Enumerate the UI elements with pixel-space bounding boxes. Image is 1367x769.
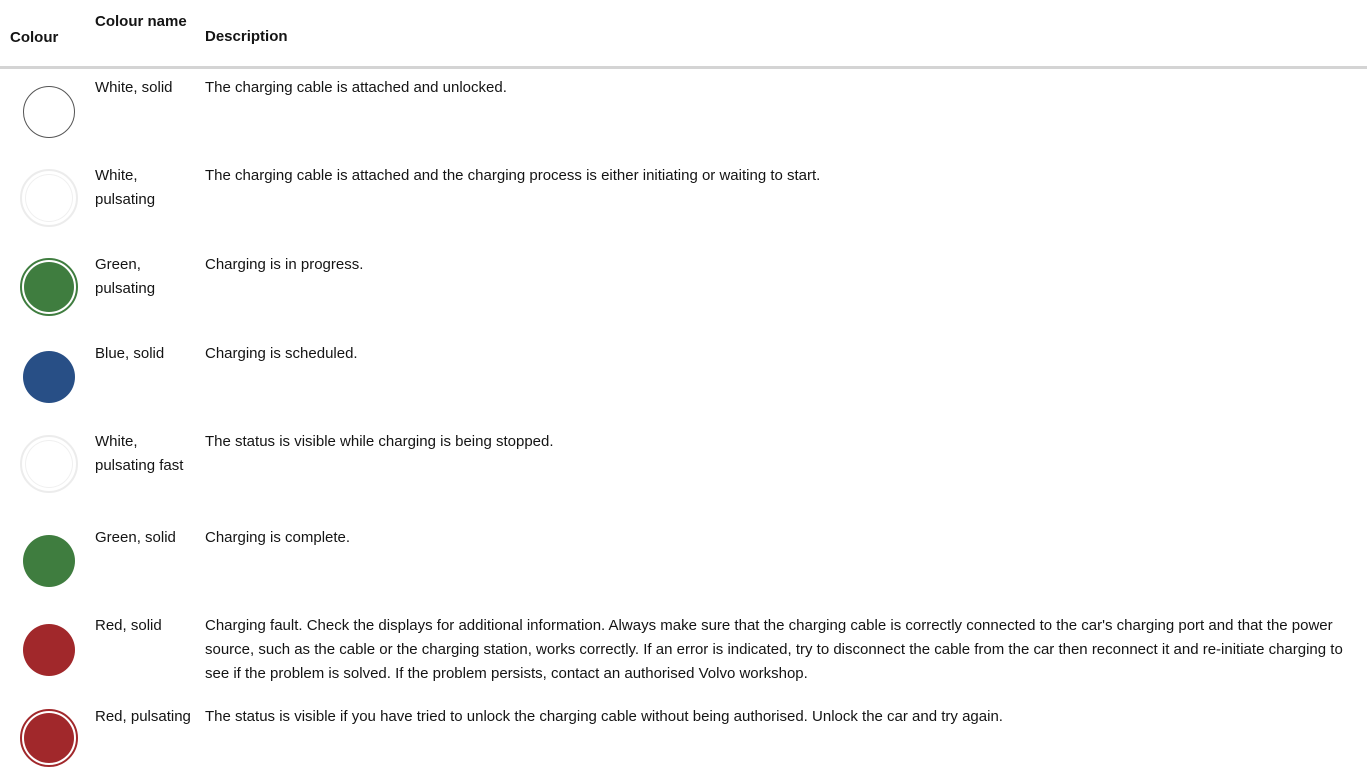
red-solid-circle-icon bbox=[23, 624, 75, 676]
colour-name: White, pulsating fast bbox=[95, 433, 184, 474]
table-row: White, solid The charging cable is attac… bbox=[0, 76, 1367, 166]
colour-name: Green, pulsating bbox=[95, 256, 156, 297]
table-row: Red, solid Charging fault. Check the dis… bbox=[0, 614, 1367, 692]
description: The status is visible while charging is … bbox=[205, 433, 554, 450]
table-row: Green, pulsating Charging is in progress… bbox=[0, 253, 1367, 341]
blue-solid-circle-icon bbox=[23, 351, 75, 403]
colour-name: White, pulsating bbox=[95, 167, 156, 208]
table-row: Green, solid Charging is complete. bbox=[0, 526, 1367, 612]
header-colour: Colour bbox=[10, 29, 59, 46]
table-row: Red, pulsating The status is visible if … bbox=[0, 705, 1367, 769]
charging-status-table: Colour Colour name Description White, so… bbox=[0, 0, 1367, 767]
header-description: Description bbox=[205, 28, 288, 45]
colour-name: Red, pulsating bbox=[95, 708, 191, 725]
table-row: White, pulsating The charging cable is a… bbox=[0, 164, 1367, 252]
green-pulsating-circle-icon bbox=[20, 258, 78, 316]
white-pulsating-circle-icon bbox=[20, 169, 78, 227]
description: Charging is in progress. bbox=[205, 256, 364, 273]
description: The charging cable is attached and unloc… bbox=[205, 79, 507, 96]
red-pulsating-circle-icon bbox=[20, 709, 78, 767]
green-solid-circle-icon bbox=[23, 535, 75, 587]
description: The status is visible if you have tried … bbox=[205, 708, 1003, 725]
white-solid-circle-icon bbox=[23, 86, 75, 138]
white-pulsating-fast-circle-icon bbox=[20, 435, 78, 493]
colour-name: Blue, solid bbox=[95, 345, 165, 362]
description: The charging cable is attached and the c… bbox=[205, 167, 821, 184]
table-row: Blue, solid Charging is scheduled. bbox=[0, 342, 1367, 430]
description: Charging is scheduled. bbox=[205, 345, 358, 362]
description: Charging is complete. bbox=[205, 529, 351, 546]
colour-name: Green, solid bbox=[95, 529, 176, 546]
colour-name: White, solid bbox=[95, 79, 173, 96]
description: Charging fault. Check the displays for a… bbox=[205, 617, 1343, 682]
header-colour-name: Colour name bbox=[95, 13, 187, 30]
colour-name: Red, solid bbox=[95, 617, 162, 634]
table-header: Colour Colour name Description bbox=[0, 0, 1367, 69]
table-row: White, pulsating fast The status is visi… bbox=[0, 430, 1367, 526]
